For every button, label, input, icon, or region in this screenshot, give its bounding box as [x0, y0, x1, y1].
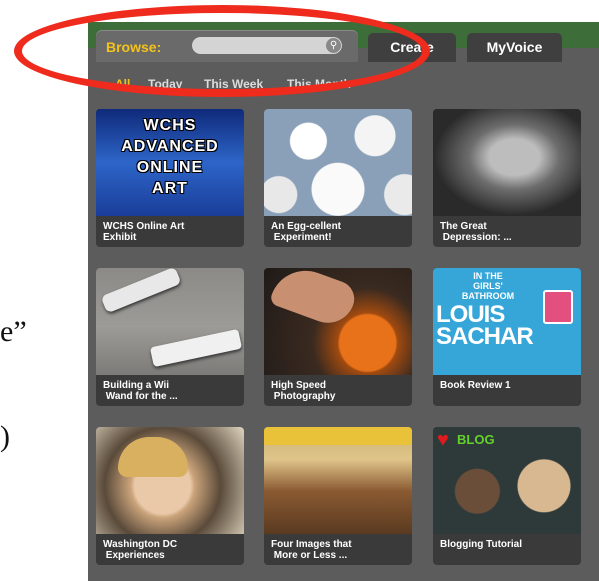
voicethread-browser: Browse: ⚲ Create MyVoice All Today This … — [88, 22, 599, 581]
search-input[interactable]: ⚲ — [192, 37, 342, 54]
search-icon[interactable]: ⚲ — [326, 38, 341, 53]
thread-title: WCHS Online Art Exhibit — [103, 221, 185, 243]
thread-tile-great-depression[interactable]: The Great Depression: ... — [433, 109, 581, 247]
tab-myvoice[interactable]: MyVoice — [467, 33, 562, 62]
thread-thumbnail — [96, 268, 244, 375]
thread-title: Building a Wii Wand for the ... — [103, 380, 178, 402]
thread-tile-four-images[interactable]: Four Images that More or Less ... — [264, 427, 412, 565]
thread-thumbnail: IN THE GIRLS' BATHROOM LOUIS SACHAR — [433, 268, 581, 375]
side-text-paren: ) — [0, 420, 10, 453]
book-title: LOUIS SACHAR — [436, 301, 534, 350]
thread-tile-egg-experiment[interactable]: An Egg-cellent Experiment! — [264, 109, 412, 247]
thread-tile-book-review[interactable]: IN THE GIRLS' BATHROOM LOUIS SACHAR Book… — [433, 268, 581, 406]
thread-tile-wii-wand[interactable]: Building a Wii Wand for the ... — [96, 268, 244, 406]
heart-icon: ♥ — [437, 429, 449, 451]
thumbnail-text: BLOG — [457, 432, 495, 447]
thread-title: The Great Depression: ... — [440, 221, 512, 243]
book-subtitle: IN THE GIRLS' BATHROOM — [461, 271, 515, 301]
thread-title: Blogging Tutorial — [440, 539, 523, 550]
thread-thumbnail: WCHS ADVANCED ONLINE ART — [96, 109, 244, 216]
thread-tile-wchs-art[interactable]: WCHS ADVANCED ONLINE ART WCHS Online Art… — [96, 109, 244, 247]
thread-thumbnail — [433, 109, 581, 216]
thread-tile-high-speed-photo[interactable]: High Speed Photography — [264, 268, 412, 406]
thumbnail-text: WCHS ADVANCED ONLINE ART — [121, 117, 219, 197]
filter-all[interactable]: All — [115, 77, 130, 91]
thread-thumbnail — [264, 427, 412, 534]
hand-shape — [268, 268, 360, 331]
filter-today[interactable]: Today — [148, 77, 182, 91]
thread-title: Washington DC Experiences — [103, 539, 178, 561]
browse-label: Browse: — [106, 39, 162, 55]
thread-tile-washington-dc[interactable]: Washington DC Experiences — [96, 427, 244, 565]
thread-thumbnail — [264, 109, 412, 216]
filter-this-week[interactable]: This Week — [204, 77, 263, 91]
side-text-quote: e” — [0, 315, 27, 348]
tab-create[interactable]: Create — [368, 33, 456, 62]
wand-shape — [100, 268, 182, 314]
thread-title: High Speed Photography — [271, 380, 336, 402]
remote-shape — [149, 328, 243, 368]
filter-this-month[interactable]: This Month — [287, 77, 351, 91]
restroom-sign-icon — [543, 290, 573, 324]
thread-title: An Egg-cellent Experiment! — [271, 221, 342, 243]
thread-thumbnail — [96, 427, 244, 534]
thread-tile-blogging-tutorial[interactable]: ♥ BLOG Blogging Tutorial — [433, 427, 581, 565]
bench-shape — [264, 427, 412, 445]
thread-thumbnail: ♥ BLOG — [433, 427, 581, 534]
thread-title: Book Review 1 — [440, 380, 511, 391]
thread-thumbnail — [264, 268, 412, 375]
thread-title: Four Images that More or Less ... — [271, 539, 352, 561]
hair-shape — [118, 437, 188, 477]
